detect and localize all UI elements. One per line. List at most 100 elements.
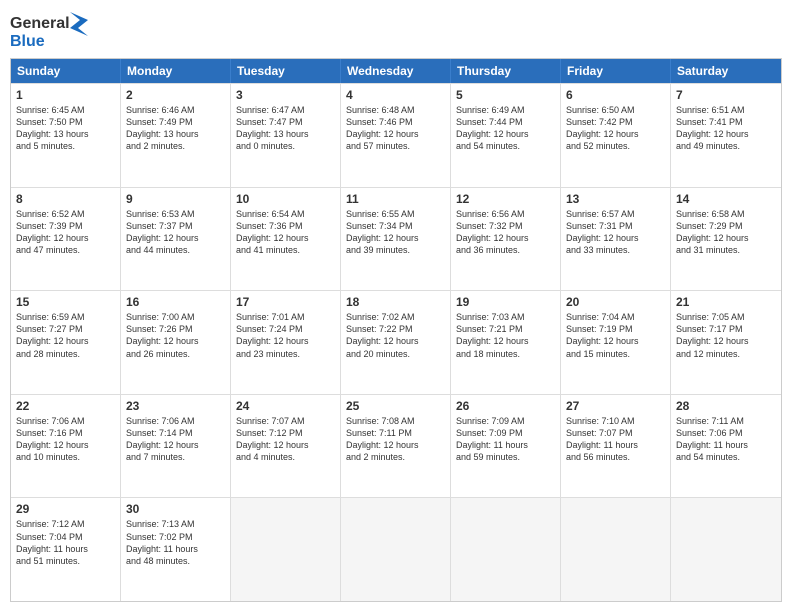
cell-content: Sunrise: 6:55 AMSunset: 7:34 PMDaylight:… (346, 208, 445, 257)
day-number: 4 (346, 88, 445, 102)
cell-content: Sunrise: 6:51 AMSunset: 7:41 PMDaylight:… (676, 104, 776, 153)
calendar-cell (561, 498, 671, 601)
calendar-cell: 26 Sunrise: 7:09 AMSunset: 7:09 PMDayligh… (451, 395, 561, 498)
cell-content: Sunrise: 7:13 AMSunset: 7:02 PMDaylight:… (126, 518, 225, 567)
cell-content: Sunrise: 6:59 AMSunset: 7:27 PMDaylight:… (16, 311, 115, 360)
calendar-body: 1 Sunrise: 6:45 AMSunset: 7:50 PMDaylight… (11, 83, 781, 601)
calendar-cell: 29 Sunrise: 7:12 AMSunset: 7:04 PMDayligh… (11, 498, 121, 601)
cell-content: Sunrise: 7:01 AMSunset: 7:24 PMDaylight:… (236, 311, 335, 360)
calendar-row-5: 29 Sunrise: 7:12 AMSunset: 7:04 PMDayligh… (11, 497, 781, 601)
calendar-cell: 16 Sunrise: 7:00 AMSunset: 7:26 PMDayligh… (121, 291, 231, 394)
cell-content: Sunrise: 6:53 AMSunset: 7:37 PMDaylight:… (126, 208, 225, 257)
cell-content: Sunrise: 6:50 AMSunset: 7:42 PMDaylight:… (566, 104, 665, 153)
day-number: 10 (236, 192, 335, 206)
cell-content: Sunrise: 6:46 AMSunset: 7:49 PMDaylight:… (126, 104, 225, 153)
cell-content: Sunrise: 7:06 AMSunset: 7:14 PMDaylight:… (126, 415, 225, 464)
calendar-cell: 15Sunrise: 6:59 AMSunset: 7:27 PMDayligh… (11, 291, 121, 394)
calendar-cell (231, 498, 341, 601)
cell-content: Sunrise: 6:48 AMSunset: 7:46 PMDaylight:… (346, 104, 445, 153)
day-number: 5 (456, 88, 555, 102)
calendar-cell: 11 Sunrise: 6:55 AMSunset: 7:34 PMDayligh… (341, 188, 451, 291)
day-number: 11 (346, 192, 445, 206)
cell-content: Sunrise: 6:57 AMSunset: 7:31 PMDaylight:… (566, 208, 665, 257)
day-number: 14 (676, 192, 776, 206)
calendar-cell: 2 Sunrise: 6:46 AMSunset: 7:49 PMDaylight… (121, 84, 231, 187)
day-number: 25 (346, 399, 445, 413)
day-number: 9 (126, 192, 225, 206)
cell-content: Sunrise: 7:02 AMSunset: 7:22 PMDaylight:… (346, 311, 445, 360)
cell-content: Sunrise: 6:45 AMSunset: 7:50 PMDaylight:… (16, 104, 115, 153)
calendar-cell: 12 Sunrise: 6:56 AMSunset: 7:32 PMDayligh… (451, 188, 561, 291)
calendar-cell: 8 Sunrise: 6:52 AMSunset: 7:39 PMDaylight… (11, 188, 121, 291)
cell-content: Sunrise: 6:47 AMSunset: 7:47 PMDaylight:… (236, 104, 335, 153)
logo-svg: GeneralBlue (10, 10, 90, 50)
day-number: 17 (236, 295, 335, 309)
cell-content: Sunrise: 7:10 AMSunset: 7:07 PMDaylight:… (566, 415, 665, 464)
cell-content: Sunrise: 6:58 AMSunset: 7:29 PMDaylight:… (676, 208, 776, 257)
day-number: 21 (676, 295, 776, 309)
calendar-cell: 9 Sunrise: 6:53 AMSunset: 7:37 PMDaylight… (121, 188, 231, 291)
cell-content: Sunrise: 7:07 AMSunset: 7:12 PMDaylight:… (236, 415, 335, 464)
cell-content: Sunrise: 6:49 AMSunset: 7:44 PMDaylight:… (456, 104, 555, 153)
calendar-cell: 1 Sunrise: 6:45 AMSunset: 7:50 PMDaylight… (11, 84, 121, 187)
day-number: 20 (566, 295, 665, 309)
header: GeneralBlue (10, 10, 782, 50)
header-day-monday: Monday (121, 59, 231, 83)
day-number: 30 (126, 502, 225, 516)
calendar-header: SundayMondayTuesdayWednesdayThursdayFrid… (11, 59, 781, 83)
calendar-cell (341, 498, 451, 601)
day-number: 26 (456, 399, 555, 413)
calendar-cell: 6 Sunrise: 6:50 AMSunset: 7:42 PMDaylight… (561, 84, 671, 187)
calendar-cell: 19Sunrise: 7:03 AMSunset: 7:21 PMDayligh… (451, 291, 561, 394)
header-day-friday: Friday (561, 59, 671, 83)
day-number: 12 (456, 192, 555, 206)
header-day-tuesday: Tuesday (231, 59, 341, 83)
day-number: 8 (16, 192, 115, 206)
calendar-cell (451, 498, 561, 601)
calendar-row-3: 15Sunrise: 6:59 AMSunset: 7:27 PMDayligh… (11, 290, 781, 394)
day-number: 3 (236, 88, 335, 102)
calendar-cell: 30 Sunrise: 7:13 AMSunset: 7:02 PMDayligh… (121, 498, 231, 601)
cell-content: Sunrise: 7:06 AMSunset: 7:16 PMDaylight:… (16, 415, 115, 464)
header-day-wednesday: Wednesday (341, 59, 451, 83)
calendar-cell: 14 Sunrise: 6:58 AMSunset: 7:29 PMDayligh… (671, 188, 781, 291)
calendar-cell: 23 Sunrise: 7:06 AMSunset: 7:14 PMDayligh… (121, 395, 231, 498)
day-number: 13 (566, 192, 665, 206)
calendar-cell: 5 Sunrise: 6:49 AMSunset: 7:44 PMDaylight… (451, 84, 561, 187)
page: GeneralBlue SundayMondayTuesdayWednesday… (0, 0, 792, 612)
cell-content: Sunrise: 7:00 AMSunset: 7:26 PMDaylight:… (126, 311, 225, 360)
day-number: 23 (126, 399, 225, 413)
day-number: 2 (126, 88, 225, 102)
calendar-cell: 27 Sunrise: 7:10 AMSunset: 7:07 PMDayligh… (561, 395, 671, 498)
calendar-cell: 4 Sunrise: 6:48 AMSunset: 7:46 PMDaylight… (341, 84, 451, 187)
day-number: 1 (16, 88, 115, 102)
calendar-cell: 13 Sunrise: 6:57 AMSunset: 7:31 PMDayligh… (561, 188, 671, 291)
calendar-cell: 18 Sunrise: 7:02 AMSunset: 7:22 PMDayligh… (341, 291, 451, 394)
svg-text:General: General (10, 15, 70, 32)
cell-content: Sunrise: 7:12 AMSunset: 7:04 PMDaylight:… (16, 518, 115, 567)
day-number: 18 (346, 295, 445, 309)
calendar-cell: 21Sunrise: 7:05 AMSunset: 7:17 PMDayligh… (671, 291, 781, 394)
calendar-cell: 3 Sunrise: 6:47 AMSunset: 7:47 PMDaylight… (231, 84, 341, 187)
calendar-cell: 28Sunrise: 7:11 AMSunset: 7:06 PMDayligh… (671, 395, 781, 498)
calendar-cell (671, 498, 781, 601)
cell-content: Sunrise: 7:09 AMSunset: 7:09 PMDaylight:… (456, 415, 555, 464)
cell-content: Sunrise: 6:56 AMSunset: 7:32 PMDaylight:… (456, 208, 555, 257)
cell-content: Sunrise: 6:52 AMSunset: 7:39 PMDaylight:… (16, 208, 115, 257)
calendar-row-4: 22Sunrise: 7:06 AMSunset: 7:16 PMDayligh… (11, 394, 781, 498)
day-number: 16 (126, 295, 225, 309)
calendar-cell: 20 Sunrise: 7:04 AMSunset: 7:19 PMDayligh… (561, 291, 671, 394)
cell-content: Sunrise: 7:04 AMSunset: 7:19 PMDaylight:… (566, 311, 665, 360)
svg-text:Blue: Blue (10, 33, 45, 50)
day-number: 6 (566, 88, 665, 102)
header-day-thursday: Thursday (451, 59, 561, 83)
day-number: 24 (236, 399, 335, 413)
day-number: 29 (16, 502, 115, 516)
header-day-sunday: Sunday (11, 59, 121, 83)
header-day-saturday: Saturday (671, 59, 781, 83)
cell-content: Sunrise: 7:03 AMSunset: 7:21 PMDaylight:… (456, 311, 555, 360)
calendar-cell: 17 Sunrise: 7:01 AMSunset: 7:24 PMDayligh… (231, 291, 341, 394)
day-number: 27 (566, 399, 665, 413)
calendar-cell: 7Sunrise: 6:51 AMSunset: 7:41 PMDaylight… (671, 84, 781, 187)
cell-content: Sunrise: 7:11 AMSunset: 7:06 PMDaylight:… (676, 415, 776, 464)
